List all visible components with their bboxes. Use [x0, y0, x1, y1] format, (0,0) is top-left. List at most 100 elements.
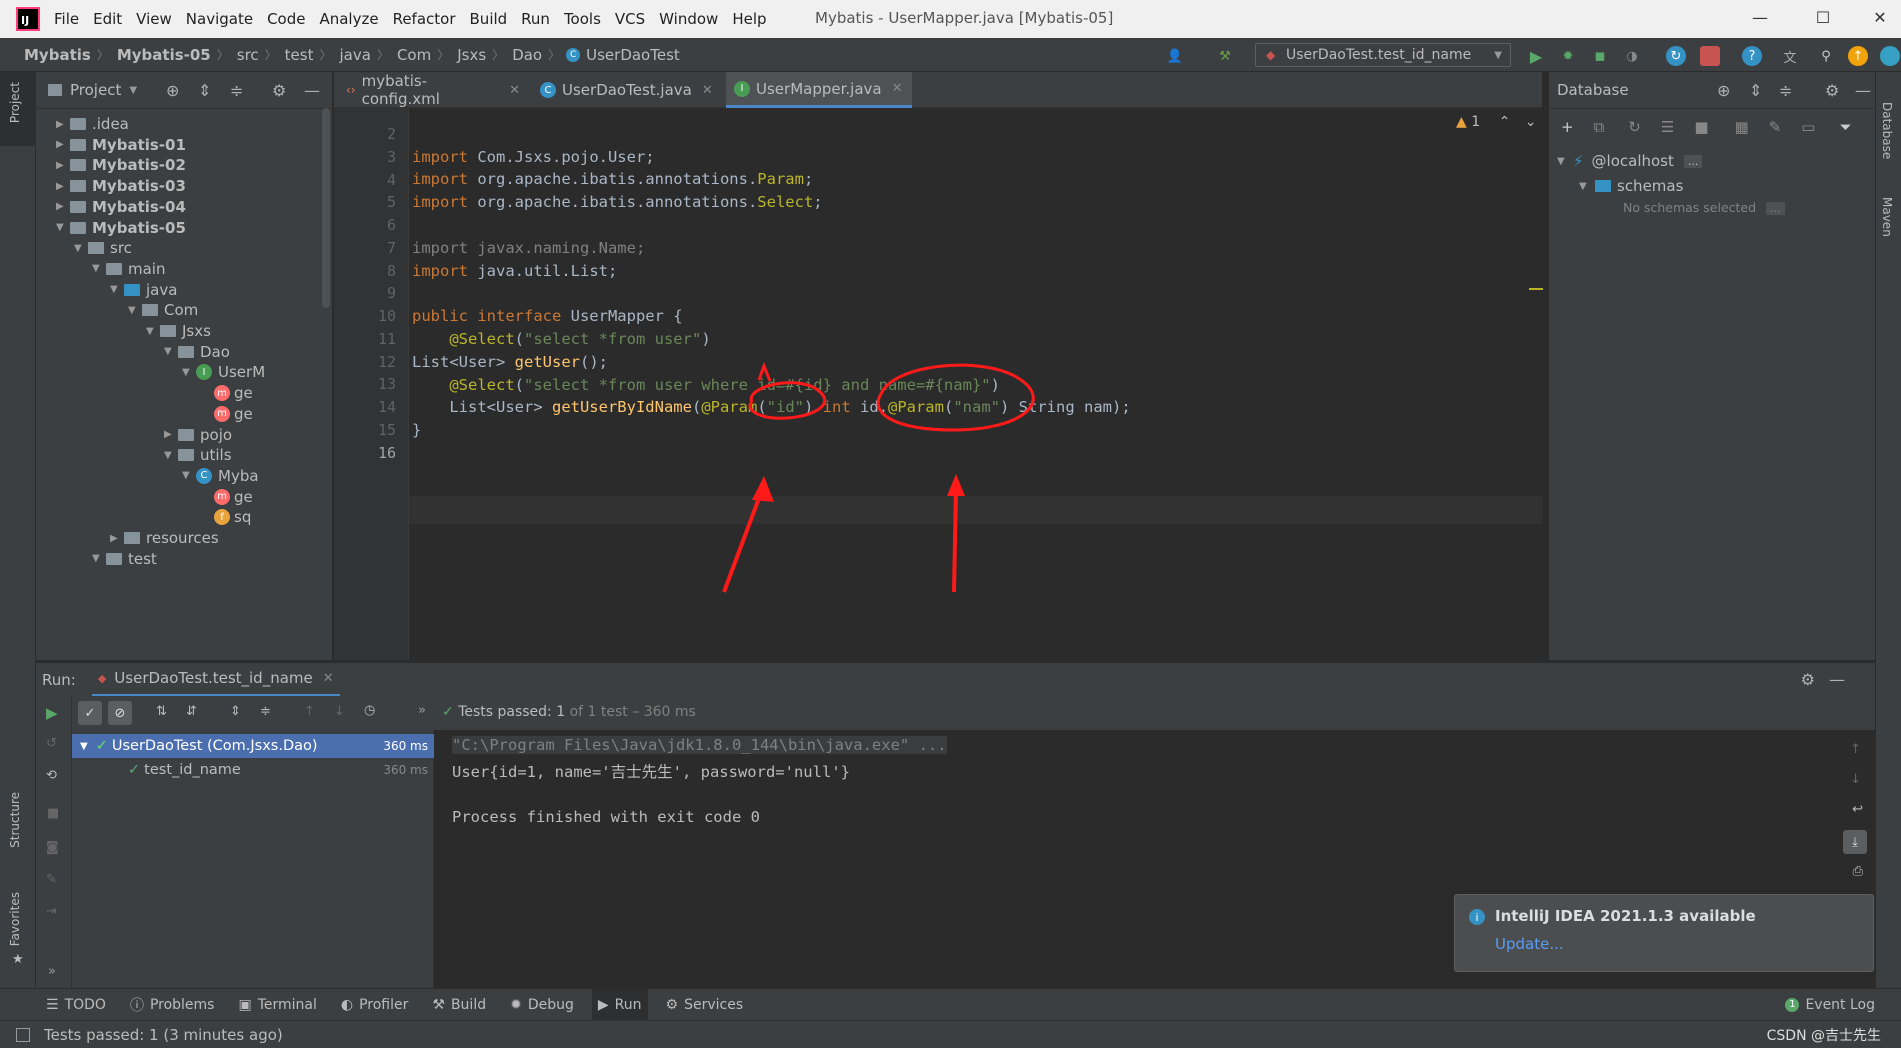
- chevron-down-icon[interactable]: ▼: [110, 284, 124, 295]
- chevron-down-icon[interactable]: ▼: [182, 470, 196, 481]
- breadcrumb-mybatis[interactable]: Mybatis: [24, 46, 91, 64]
- console-icon[interactable]: ▭: [1801, 118, 1815, 136]
- properties-icon[interactable]: ☰: [1661, 118, 1674, 136]
- menu-code[interactable]: Code: [267, 10, 305, 28]
- run-configuration-select[interactable]: ◆ UserDaoTest.test_id_name ▼: [1255, 43, 1511, 67]
- table-icon[interactable]: ▦: [1735, 118, 1749, 136]
- tab-debug[interactable]: ✹ Debug: [504, 989, 580, 1021]
- gear-icon[interactable]: ⚙: [272, 81, 286, 100]
- tab-services[interactable]: ⚙ Services: [660, 989, 750, 1021]
- chevron-down-icon[interactable]: ▼: [74, 243, 88, 254]
- menu-help[interactable]: Help: [732, 10, 766, 28]
- more-icon[interactable]: »: [418, 703, 426, 718]
- tab-userdaotest[interactable]: C UserDaoTest.java ✕: [532, 72, 722, 108]
- add-icon[interactable]: +: [1561, 118, 1574, 136]
- filter-icon[interactable]: ⏷: [1839, 118, 1851, 136]
- project-tool-tab[interactable]: Project: [8, 82, 22, 123]
- update-icon[interactable]: ↑: [1848, 46, 1868, 66]
- show-ignored-icon[interactable]: ⊘: [108, 701, 132, 725]
- locate-icon[interactable]: ⊕: [1717, 81, 1730, 100]
- arrow-up-icon[interactable]: ↑: [1850, 742, 1861, 757]
- tab-profiler[interactable]: ◐ Profiler: [335, 989, 415, 1021]
- update-running-icon[interactable]: ↻: [1666, 46, 1686, 66]
- breadcrumb-module[interactable]: Mybatis-05: [117, 46, 211, 64]
- tab-event-log[interactable]: 1 Event Log: [1779, 989, 1881, 1021]
- more-icon[interactable]: »: [48, 964, 56, 979]
- arrow-up-icon[interactable]: ↑: [304, 704, 315, 719]
- hide-icon[interactable]: —: [1829, 670, 1845, 689]
- tree-item-test[interactable]: ▼ test: [92, 547, 157, 571]
- close-icon[interactable]: ✕: [1865, 8, 1895, 27]
- coverage-icon[interactable]: ◼: [1590, 46, 1610, 66]
- exit-icon[interactable]: ⇥: [46, 904, 57, 919]
- chevron-down-icon[interactable]: ▼: [128, 305, 142, 316]
- database-tool-tab[interactable]: Database: [1880, 102, 1894, 159]
- test-suite-row[interactable]: ▼ ✓ UserDaoTest (Com.Jsxs.Dao) 360 ms: [72, 734, 434, 758]
- collapse-all-icon[interactable]: ≑: [260, 704, 271, 719]
- collapse-all-icon[interactable]: ≑: [230, 81, 243, 100]
- sort-alpha-icon[interactable]: ⇅: [156, 704, 167, 719]
- update-link[interactable]: Update...: [1495, 935, 1564, 953]
- db-schemas-node[interactable]: ▼ schemas: [1579, 177, 1683, 195]
- tab-build[interactable]: ⚒ Build: [426, 989, 492, 1021]
- tab-terminal[interactable]: ▣ Terminal: [232, 989, 322, 1021]
- menu-refactor[interactable]: Refactor: [393, 10, 456, 28]
- arrow-down-icon[interactable]: ↓: [1850, 772, 1861, 787]
- menu-view[interactable]: View: [136, 10, 172, 28]
- breadcrumb-dao[interactable]: Dao: [512, 46, 542, 64]
- breadcrumb-java[interactable]: java: [340, 46, 371, 64]
- schemas-more-button[interactable]: ...: [1766, 202, 1785, 215]
- camera-icon[interactable]: ◙: [46, 840, 59, 855]
- code-editor[interactable]: 2 3 4 5 6 7 8 9 10 11 12 13 14 15 16 ▲ 1 ⌃ ⌄ import Co…: [334, 108, 1543, 660]
- chevron-down-icon[interactable]: ▼: [146, 326, 160, 337]
- expand-all-icon[interactable]: ⇕: [198, 81, 211, 100]
- chevron-right-icon[interactable]: ▶: [110, 533, 124, 544]
- menu-tools[interactable]: Tools: [564, 10, 601, 28]
- chevron-right-icon[interactable]: ▶: [56, 119, 70, 130]
- locate-icon[interactable]: ⊕: [166, 81, 179, 100]
- maximize-icon[interactable]: ☐: [1808, 8, 1838, 27]
- chevron-down-icon[interactable]: ▼: [182, 367, 196, 378]
- rerun-icon[interactable]: ▶: [46, 704, 58, 722]
- print-icon[interactable]: ⎙: [1853, 864, 1863, 879]
- menu-build[interactable]: Build: [470, 10, 508, 28]
- debug-bug-icon[interactable]: ✹: [1558, 46, 1578, 66]
- user-icon[interactable]: 👤: [1165, 46, 1185, 66]
- breadcrumb-src[interactable]: src: [237, 46, 259, 64]
- minimize-icon[interactable]: —: [1745, 8, 1775, 27]
- menu-navigate[interactable]: Navigate: [186, 10, 253, 28]
- test-case-row[interactable]: ✓ test_id_name 360 ms: [72, 758, 434, 782]
- chevron-down-icon[interactable]: ▼: [164, 346, 178, 357]
- structure-tool-tab[interactable]: Structure: [8, 792, 22, 848]
- chevron-down-icon[interactable]: ▼: [56, 222, 70, 233]
- menu-file[interactable]: File: [54, 10, 79, 28]
- toggle-toolwindows-icon[interactable]: [16, 1027, 30, 1042]
- hide-icon[interactable]: —: [1855, 81, 1871, 100]
- update-notification[interactable]: i IntelliJ IDEA 2021.1.3 available Updat…: [1454, 894, 1874, 972]
- expand-all-icon[interactable]: ⇕: [1749, 81, 1762, 100]
- tab-usermapper[interactable]: I UserMapper.java ✕: [726, 72, 912, 108]
- translate-icon[interactable]: 文: [1780, 46, 1800, 66]
- soft-wrap-icon[interactable]: ↩: [1852, 802, 1863, 817]
- edit-icon[interactable]: ✎: [1769, 118, 1782, 136]
- menu-vcs[interactable]: VCS: [615, 10, 645, 28]
- rerun-failed-icon[interactable]: ↺: [46, 736, 57, 751]
- tab-problems[interactable]: ⓘ Problems: [124, 989, 221, 1021]
- stop-icon[interactable]: ■: [47, 806, 59, 821]
- help-icon[interactable]: ?: [1742, 46, 1762, 66]
- search-icon[interactable]: ⚲: [1816, 46, 1836, 66]
- close-tab-icon[interactable]: ✕: [702, 83, 713, 98]
- build-hammer-icon[interactable]: ⚒: [1215, 46, 1235, 66]
- db-host-node[interactable]: ▼ ⚡ @localhost ...: [1557, 152, 1703, 170]
- show-passed-icon[interactable]: ✓: [78, 701, 102, 725]
- gear-icon[interactable]: ⚙: [1801, 670, 1815, 689]
- chevron-down-icon[interactable]: ▼: [92, 263, 106, 274]
- breadcrumb-test[interactable]: test: [285, 46, 314, 64]
- menu-window[interactable]: Window: [659, 10, 718, 28]
- chevron-right-icon[interactable]: ▶: [164, 429, 178, 440]
- plugin-icon[interactable]: [1880, 46, 1900, 66]
- expand-all-icon[interactable]: ⇕: [230, 704, 241, 719]
- run-icon[interactable]: ▶: [1526, 46, 1546, 66]
- breadcrumb-file[interactable]: UserDaoTest: [586, 46, 680, 64]
- favorites-tool-tab[interactable]: Favorites: [8, 892, 22, 946]
